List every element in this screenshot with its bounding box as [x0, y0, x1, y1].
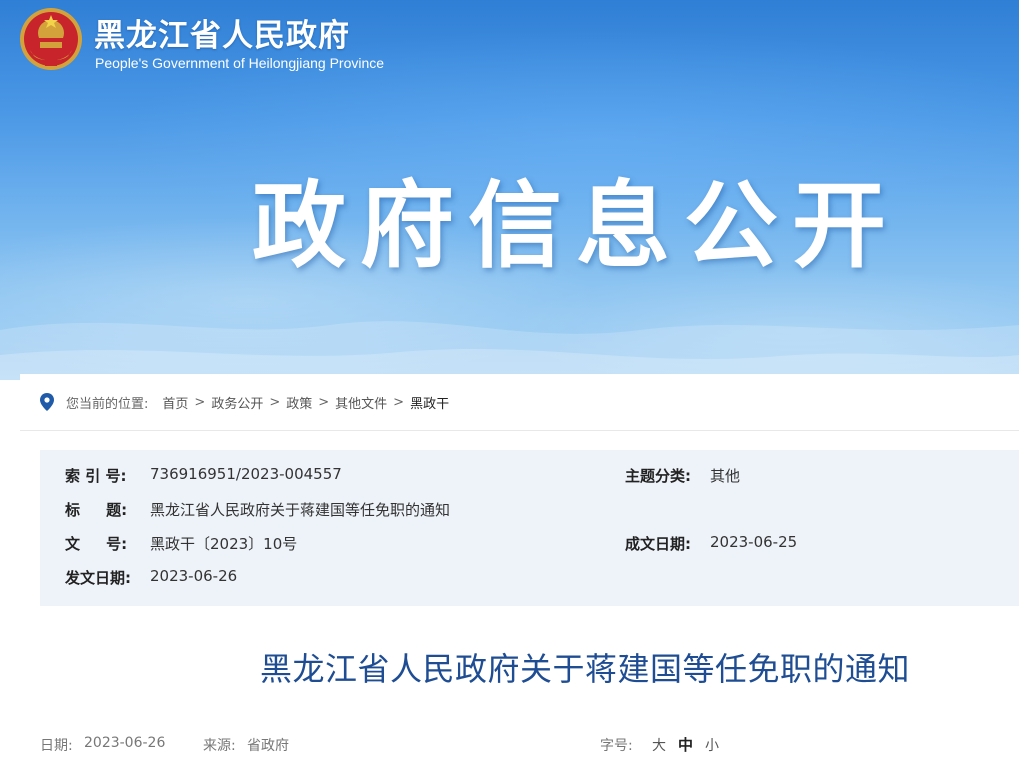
- location-pin-icon: [40, 393, 54, 411]
- breadcrumb-separator: >: [194, 394, 206, 410]
- breadcrumb: 您当前的位置: 首页 > 政务公开 > 政策 > 其他文件 > 黑政干: [40, 392, 449, 412]
- font-size-medium-button[interactable]: 中: [678, 734, 693, 755]
- index-value: 736916951/2023-004557: [150, 465, 342, 483]
- meta-row-docno: 文 号: 黑政干〔2023〕10号 成文日期: 2023-06-25: [40, 533, 1019, 557]
- breadcrumb-gov-affairs[interactable]: 政务公开: [211, 393, 263, 412]
- document-title: 黑龙江省人民政府关于蒋建国等任免职的通知: [260, 650, 911, 688]
- source-value: 省政府: [247, 738, 289, 754]
- site-subtitle: People's Government of Heilongjiang Prov…: [95, 55, 385, 71]
- breadcrumb-policy[interactable]: 政策: [286, 393, 312, 412]
- banner-landscape: [0, 321, 1019, 380]
- font-size-small-button[interactable]: 小: [705, 735, 719, 755]
- meta-row-title: 标 题: 黑龙江省人民政府关于蒋建国等任免职的通知: [40, 499, 1019, 523]
- published-date-label: 发文日期:: [65, 569, 131, 587]
- date-value: 2023-06-26: [84, 735, 166, 751]
- topic-label: 主题分类:: [625, 467, 691, 485]
- breadcrumb-other-files[interactable]: 其他文件: [335, 393, 387, 412]
- breadcrumb-home[interactable]: 首页: [162, 393, 188, 412]
- header-banner: 黑龙江省人民政府 People's Government of Heilongj…: [0, 0, 1019, 380]
- document-metadata: 索 引 号: 736916951/2023-004557 主题分类: 其他 标 …: [40, 450, 1019, 606]
- title-label: 标 题:: [65, 501, 128, 519]
- meta-row-index: 索 引 号: 736916951/2023-004557 主题分类: 其他: [40, 465, 1019, 489]
- source-label: 来源:: [203, 738, 236, 754]
- main-content: 您当前的位置: 首页 > 政务公开 > 政策 > 其他文件 > 黑政干 索 引 …: [20, 374, 1019, 764]
- national-emblem-icon[interactable]: [18, 6, 84, 72]
- breadcrumb-separator: >: [269, 394, 281, 410]
- created-date-label: 成文日期:: [625, 535, 691, 553]
- font-size-large-button[interactable]: 大: [652, 735, 666, 755]
- breadcrumb-lead: 您当前的位置:: [66, 396, 149, 412]
- created-date-value: 2023-06-25: [710, 533, 798, 551]
- font-size-label: 字号:: [600, 738, 633, 754]
- breadcrumb-separator: >: [393, 394, 405, 410]
- title-value: 黑龙江省人民政府关于蒋建国等任免职的通知: [150, 501, 451, 519]
- divider: [20, 430, 1019, 431]
- article-info-bar: 日期: 2023-06-26 来源: 省政府 字号: 大 中 小: [40, 735, 1019, 755]
- topic-value: 其他: [710, 467, 741, 485]
- index-label: 索 引 号:: [65, 467, 127, 485]
- date-label: 日期:: [40, 738, 73, 754]
- docno-value: 黑政干〔2023〕10号: [150, 535, 298, 553]
- font-size-selector: 大 中 小: [652, 735, 732, 755]
- site-title[interactable]: 黑龙江省人民政府: [94, 10, 350, 55]
- breadcrumb-separator: >: [318, 394, 330, 410]
- section-title: 政府信息公开: [252, 172, 901, 281]
- published-date-value: 2023-06-26: [150, 567, 238, 585]
- meta-row-published: 发文日期: 2023-06-26: [40, 567, 1019, 591]
- breadcrumb-current[interactable]: 黑政干: [410, 393, 449, 412]
- docno-label: 文 号:: [65, 535, 128, 553]
